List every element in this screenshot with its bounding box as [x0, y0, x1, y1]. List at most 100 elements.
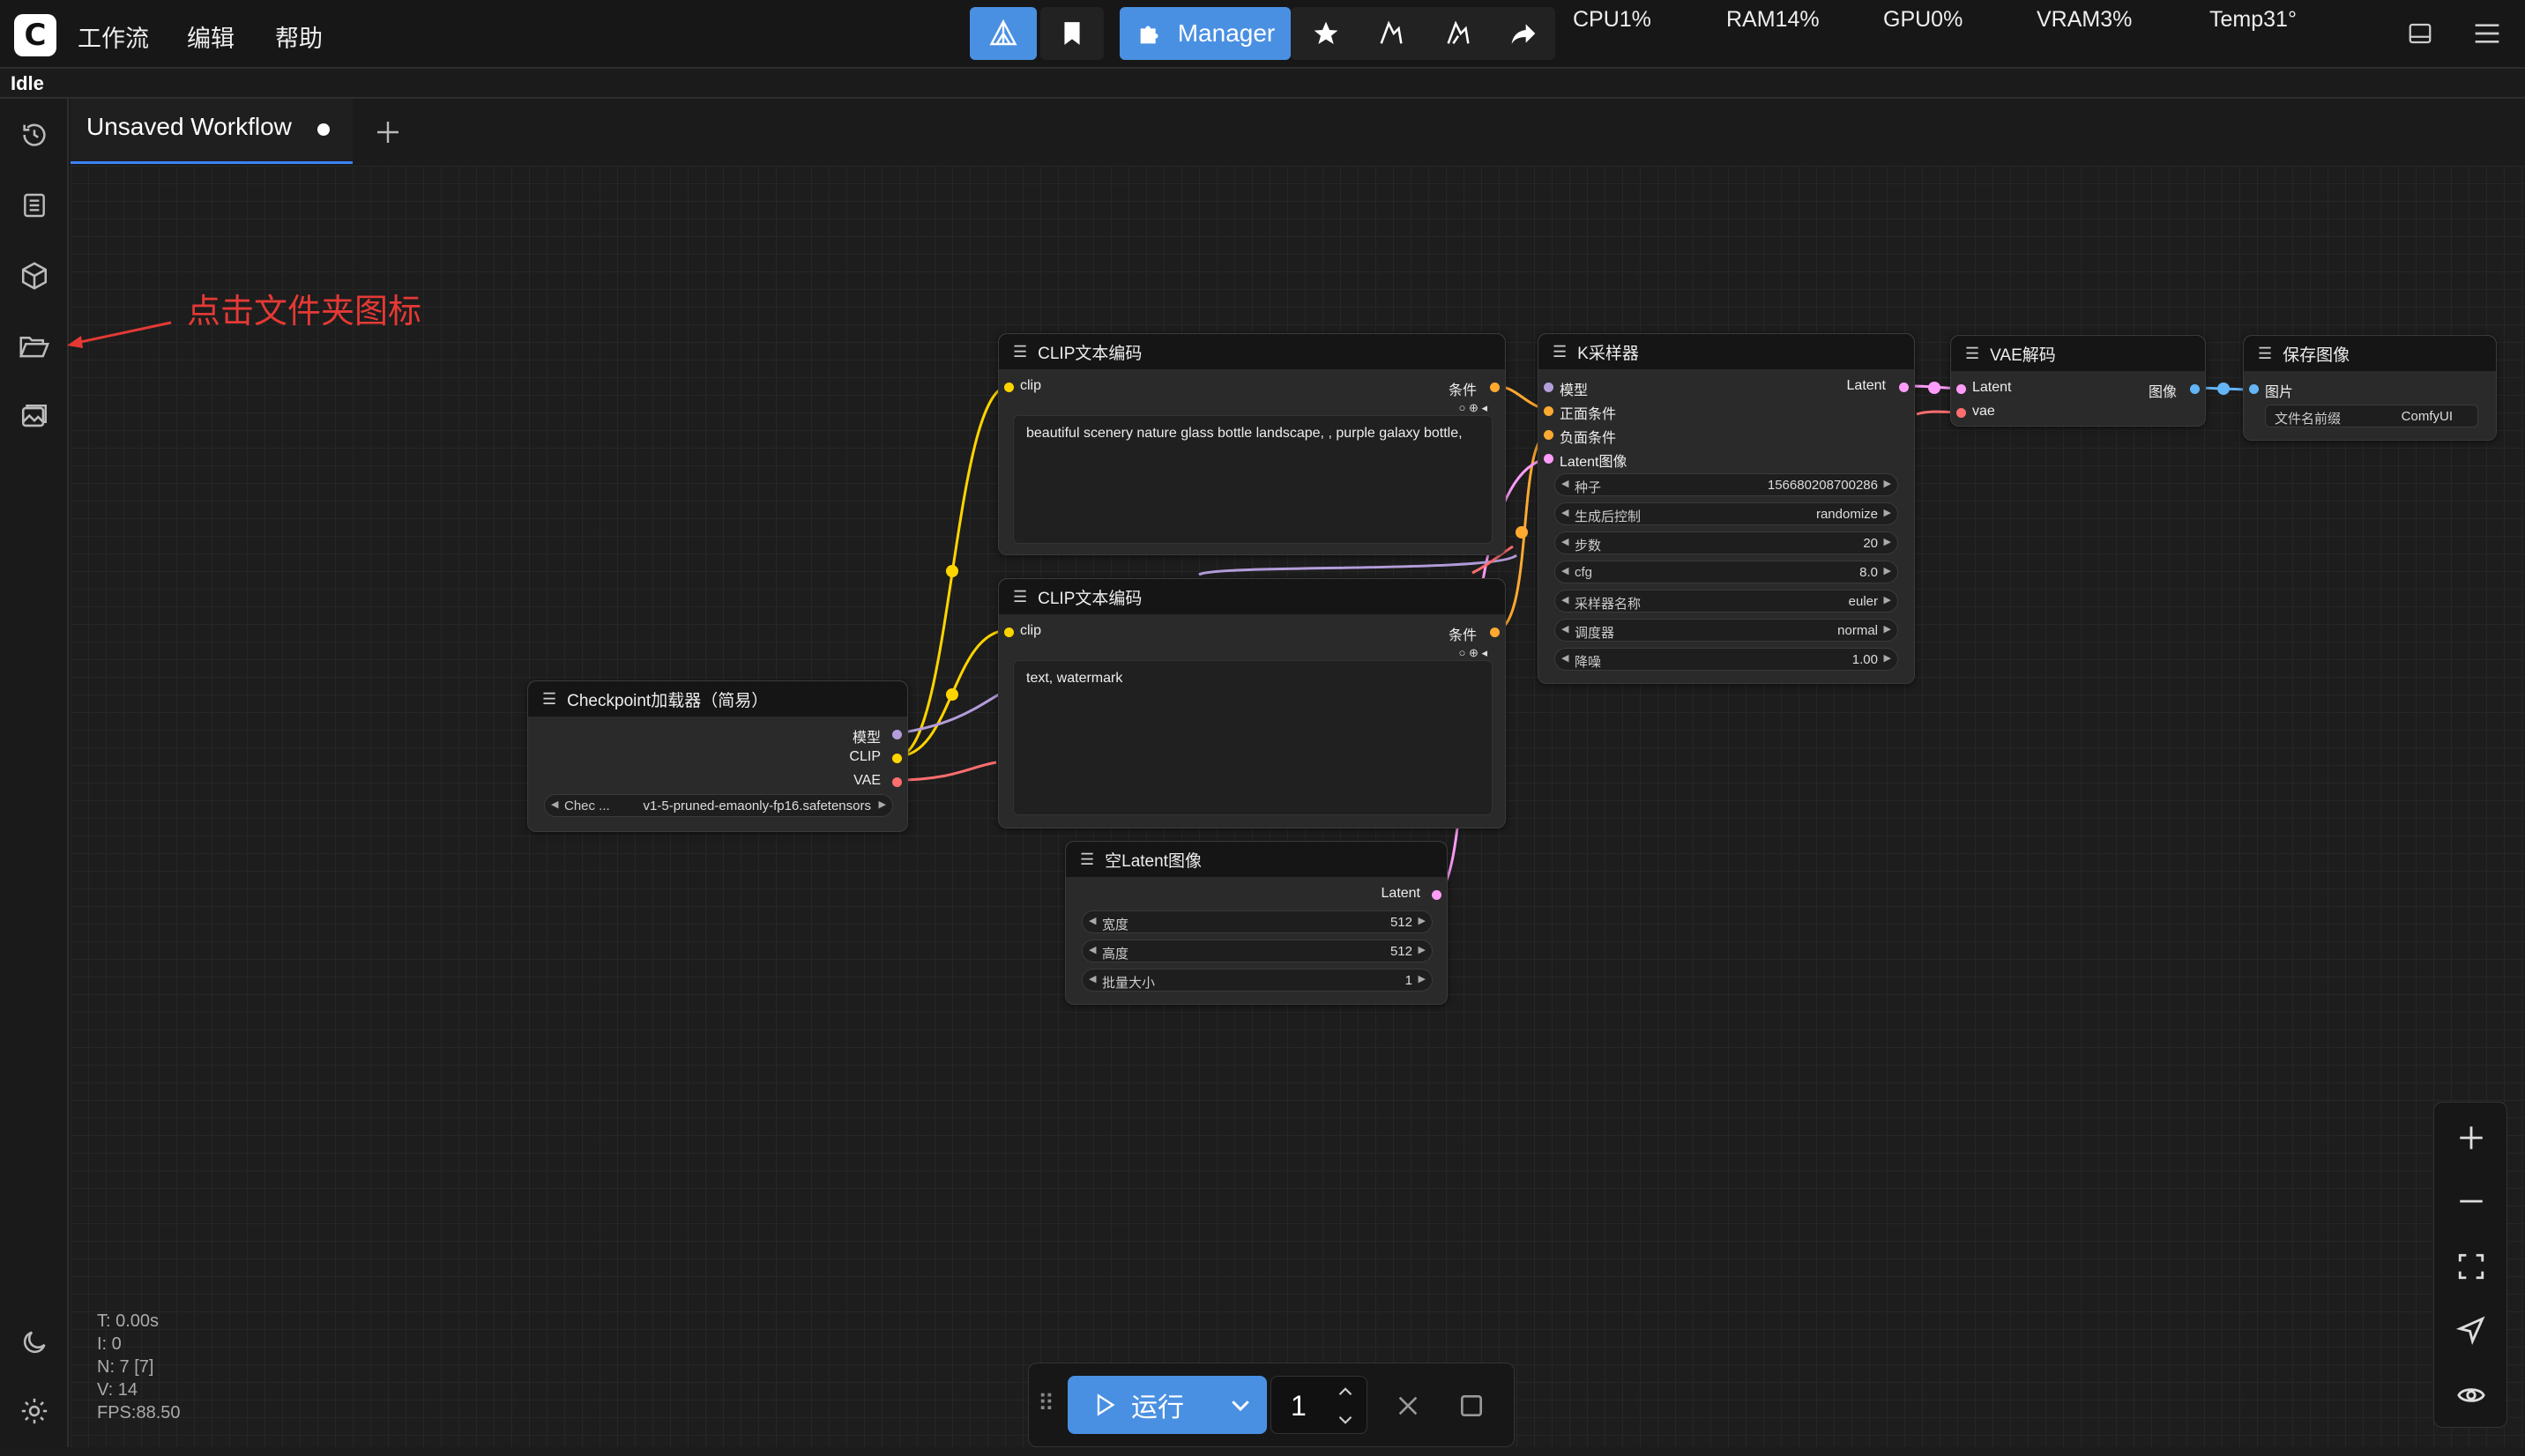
widget-denoise[interactable]: ◀ 降噪 1.00 ▶	[1554, 648, 1898, 671]
widget-label: cfg	[1575, 565, 1593, 580]
input-port-negative[interactable]	[1544, 430, 1553, 440]
stat-t: T: 0.00s	[97, 1311, 160, 1331]
zoom-in-button[interactable]	[2448, 1115, 2494, 1161]
prompt-textarea-negative[interactable]: text, watermark	[1013, 660, 1493, 815]
node-title: 空Latent图像	[1105, 851, 1202, 871]
widget-sampler-name[interactable]: ◀ 采样器名称 euler ▶	[1554, 590, 1898, 613]
widget-ckpt-name[interactable]: ◀ Chec ... v1-5-pruned-emaonly-fp16.safete…	[544, 794, 893, 817]
drag-handle-icon[interactable]: ⠿	[1038, 1390, 1054, 1417]
output-port-latent[interactable]	[1899, 383, 1909, 392]
widget-filename-prefix[interactable]: 文件名前缀 ComfyUI	[2265, 405, 2478, 427]
widget-label: 调度器	[1575, 626, 1615, 641]
output-port-clip[interactable]	[892, 754, 902, 763]
input-port-clip[interactable]	[1004, 383, 1014, 392]
node-menu-icon[interactable]: ☰	[1080, 851, 1094, 869]
input-port-latent[interactable]	[1956, 384, 1966, 394]
prompt-textarea-positive[interactable]: beautiful scenery nature glass bottle la…	[1013, 415, 1493, 544]
run-button[interactable]: 运行	[1068, 1376, 1209, 1434]
input-port-positive[interactable]	[1544, 406, 1553, 416]
stop-icon	[1461, 1395, 1482, 1416]
widget-label: 种子	[1575, 480, 1602, 495]
chevron-up-icon[interactable]	[1333, 1380, 1358, 1403]
widget-value: 1.00	[1851, 652, 1878, 667]
stat-n: N: 7 [7]	[97, 1357, 154, 1377]
output-port-model[interactable]	[892, 730, 902, 739]
widget-value: 1	[1404, 973, 1412, 988]
widget-scheduler[interactable]: ◀ 调度器 normal ▶	[1554, 619, 1898, 642]
widget-value: 512	[1389, 944, 1412, 959]
widget-width[interactable]: ◀ 宽度 512 ▶	[1082, 910, 1433, 933]
output-label-model: 模型	[852, 731, 881, 746]
stat-i: I: 0	[97, 1334, 122, 1354]
chevron-down-icon[interactable]	[1333, 1408, 1358, 1431]
node-ksampler[interactable]: ☰ K采样器 模型 正面条件 负面条件 Latent图像 Latent ◀ 种子 15…	[1538, 333, 1915, 684]
input-port-latent[interactable]	[1544, 454, 1553, 464]
widget-cfg[interactable]: ◀ cfg 8.0 ▶	[1554, 561, 1898, 583]
clear-queue-button[interactable]	[1452, 1386, 1491, 1425]
input-label-image: 图片	[2265, 385, 2294, 400]
run-bar: ⠿ 运行 1	[1028, 1363, 1515, 1447]
stat-v: V: 14	[97, 1380, 138, 1400]
node-save-image[interactable]: ☰ 保存图像 图片 文件名前缀 ComfyUI	[2243, 335, 2497, 441]
plus-icon	[2460, 1126, 2483, 1149]
batch-count-input[interactable]: 1	[1270, 1376, 1367, 1434]
node-vae-decode[interactable]: ☰ VAE解码 Latent vae 图像	[1950, 335, 2206, 427]
input-label-negative: 负面条件	[1560, 431, 1617, 446]
widget-height[interactable]: ◀ 高度 512 ▶	[1082, 940, 1433, 962]
output-label-latent: Latent	[1846, 378, 1886, 393]
input-label-latent: Latent	[1972, 380, 2012, 395]
widget-value: 20	[1863, 536, 1878, 551]
send-icon	[2456, 1316, 2485, 1345]
cancel-button[interactable]	[1389, 1386, 1427, 1425]
pointer-mode-button[interactable]	[2448, 1307, 2494, 1353]
play-icon	[1097, 1393, 1115, 1416]
node-menu-icon[interactable]: ☰	[1965, 345, 1979, 363]
node-menu-icon[interactable]: ☰	[1553, 343, 1567, 361]
widget-label: 宽度	[1102, 917, 1129, 932]
output-port-conditioning[interactable]	[1490, 628, 1500, 637]
node-menu-icon[interactable]: ☰	[542, 690, 556, 709]
output-label-clip: CLIP	[849, 749, 881, 764]
output-port-latent[interactable]	[1432, 890, 1441, 900]
widget-seed[interactable]: ◀ 种子 156680208700286 ▶	[1554, 473, 1898, 496]
node-title: K采样器	[1577, 344, 1639, 363]
output-port-image[interactable]	[2190, 384, 2200, 394]
input-port-clip[interactable]	[1004, 628, 1014, 637]
widget-label: 文件名前缀	[2275, 412, 2342, 427]
widget-batch-size[interactable]: ◀ 批量大小 1 ▶	[1082, 969, 1433, 992]
stat-fps: FPS:88.50	[97, 1403, 181, 1423]
input-port-model[interactable]	[1544, 383, 1553, 392]
output-port-conditioning[interactable]	[1490, 383, 1500, 392]
minus-icon	[2460, 1200, 2483, 1203]
widget-label: 步数	[1575, 539, 1602, 553]
widget-label: 高度	[1102, 947, 1129, 962]
node-menu-icon[interactable]: ☰	[1013, 343, 1027, 361]
node-clip-text-encode-negative[interactable]: ☰ CLIP文本编码 clip 条件 ○ ⊕ ◂ text, watermark	[998, 578, 1506, 828]
widget-steps[interactable]: ◀ 步数 20 ▶	[1554, 531, 1898, 554]
input-port-image[interactable]	[2249, 384, 2259, 394]
node-title: CLIP文本编码	[1038, 344, 1143, 363]
node-badges: ○ ⊕ ◂	[1458, 401, 1488, 414]
run-label: 运行	[1131, 1393, 1184, 1423]
output-port-vae[interactable]	[892, 777, 902, 787]
widget-value: euler	[1848, 594, 1878, 609]
fit-view-button[interactable]	[2448, 1244, 2494, 1289]
input-port-vae[interactable]	[1956, 408, 1966, 418]
run-mode-dropdown[interactable]	[1214, 1376, 1267, 1434]
widget-value: 8.0	[1859, 565, 1878, 580]
node-menu-icon[interactable]: ☰	[2258, 345, 2272, 363]
input-label-clip: clip	[1020, 378, 1042, 393]
node-empty-latent-image[interactable]: ☰ 空Latent图像 Latent ◀ 宽度 512 ▶ ◀ 高度 512 ▶ ◀ 批量大小 1…	[1065, 841, 1448, 1005]
node-checkpoint-loader[interactable]: ☰ Checkpoint加载器（简易） 模型 CLIP VAE ◀ Chec ...…	[527, 680, 908, 832]
input-label-clip: clip	[1020, 623, 1042, 638]
output-label-conditioning: 条件	[1448, 383, 1477, 398]
node-title: VAE解码	[1990, 345, 2056, 365]
widget-control-after-generate[interactable]: ◀ 生成后控制 randomize ▶	[1554, 502, 1898, 525]
node-menu-icon[interactable]: ☰	[1013, 588, 1027, 606]
zoom-out-button[interactable]	[2448, 1178, 2494, 1224]
toggle-links-button[interactable]	[2448, 1372, 2494, 1418]
widget-label: 批量大小	[1102, 976, 1156, 991]
node-badges: ○ ⊕ ◂	[1458, 646, 1488, 659]
node-clip-text-encode-positive[interactable]: ☰ CLIP文本编码 clip 条件 ○ ⊕ ◂ beautiful scener…	[998, 333, 1506, 555]
widget-label: Chec ...	[564, 799, 610, 813]
